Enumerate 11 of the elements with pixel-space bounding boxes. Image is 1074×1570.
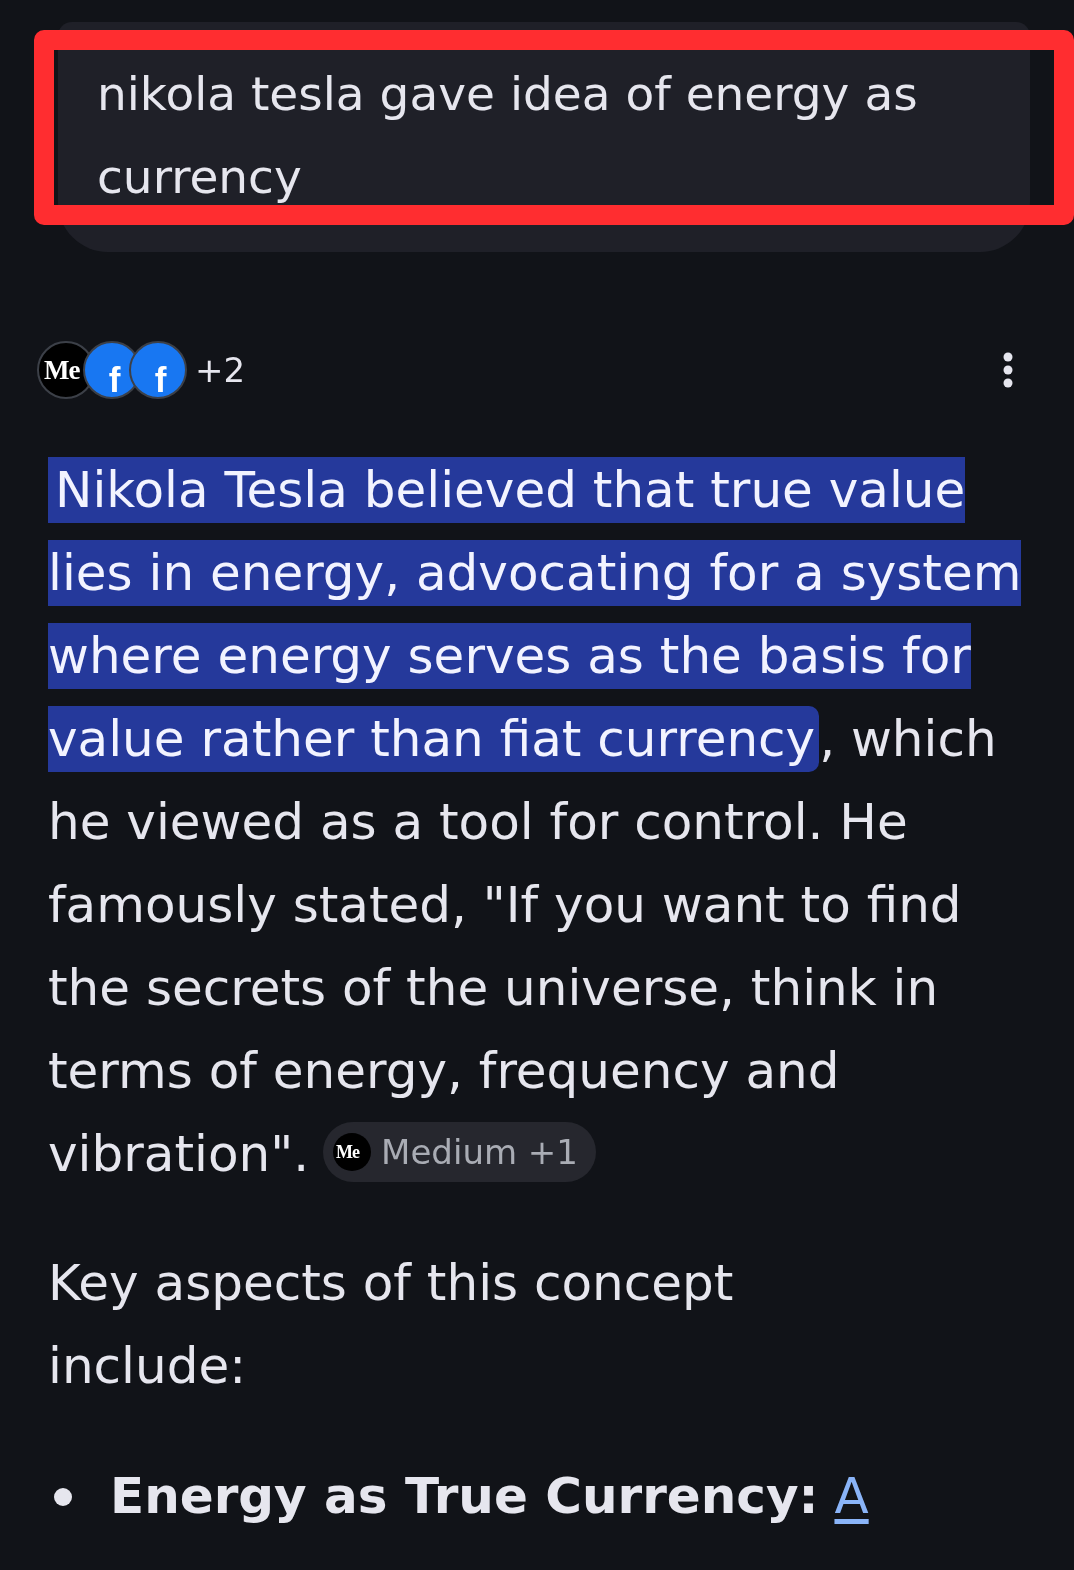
more-vert-icon — [1003, 352, 1013, 388]
medium-logo: Me — [333, 1132, 372, 1171]
list-item-text: Energy as True Currency: A — [110, 1466, 869, 1527]
source-chip[interactable]: Me Medium +1 — [323, 1121, 596, 1182]
article-link[interactable]: A — [834, 1467, 869, 1525]
intro-text: Key aspects of this concept include: — [48, 1253, 735, 1397]
bullet-icon — [54, 1488, 72, 1506]
answer-paragraph: Nikola Tesla believed that true value lies in energy, advocating for a system where energy serves as the basis for value rather than fiat currency, which he viewed as a tool for control. He famously stated, "If you want to find the secrets of the universe, think in terms of energy, frequency and vibration". Me Medium +1 — [48, 449, 1034, 1196]
facebook-logo: f — [129, 341, 187, 399]
more-sources-count: +2 — [195, 350, 246, 390]
query-text: nikola tesla gave idea of energy as currency — [97, 65, 919, 206]
